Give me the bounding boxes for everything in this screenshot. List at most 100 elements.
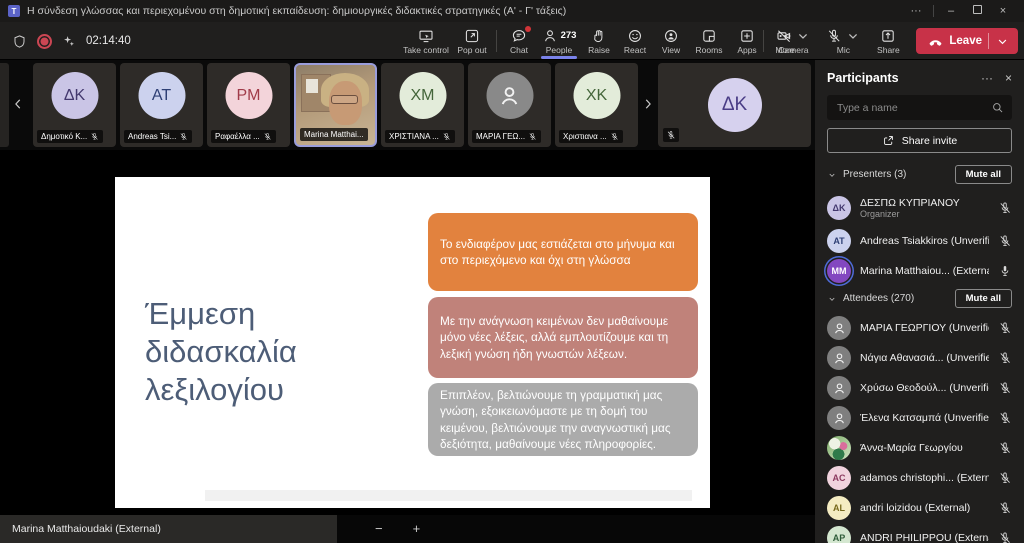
mic-muted-icon [998,201,1012,215]
spotlight-tile[interactable]: ΔΚ [658,63,811,147]
participant-row[interactable]: AT Andreas Tsiakkiros (Unverified) [815,226,1024,256]
participant-row[interactable]: MM Marina Matthaiou... (External) [815,256,1024,286]
avatar: AP [827,526,851,543]
avatar: XK [573,72,620,119]
participant-row[interactable]: Χρύσω Θεοδούλ... (Unverified) [815,373,1024,403]
security-shield-icon [12,34,27,49]
panel-close-button[interactable]: × [1005,72,1012,84]
participant-row[interactable]: Νάγια Αθανασιά... (Unverified) [815,343,1024,373]
titlebar-more-button[interactable]: ··· [903,0,929,22]
mute-all-attendees-button[interactable]: Mute all [955,289,1012,308]
clipped-tile-edge [0,63,9,147]
mic-muted-icon [998,411,1012,425]
toolbar-divider [763,30,764,52]
camera-button[interactable]: Camera [768,22,818,60]
toolbar-center-group: Take control Pop out Chat 273 People Ra [400,22,805,60]
mic-options-chevron-icon[interactable] [845,28,861,44]
title-bar: T Η σύνδεση γλώσσας και περιεχομένου στη… [0,0,1024,22]
active-tab-underline [541,56,577,59]
avatar: XM [399,72,446,119]
minimize-button[interactable]: – [938,0,964,22]
people-button[interactable]: 273 People [537,22,581,60]
tile-name-label: ΧΡΙΣΤΙΑΝΑ ... [385,130,455,143]
video-tile-andreas[interactable]: AT Andreas Tsi... [120,63,203,147]
panel-more-button[interactable]: ··· [981,72,993,84]
mic-button[interactable]: Mic [818,22,868,60]
participants-panel: Participants ··· × Share invite Presente… [815,60,1024,543]
mic-muted-icon [442,132,451,141]
participant-row[interactable]: AL andri loizidou (External) [815,493,1024,523]
video-tile-rafaella[interactable]: PM Ραφαέλλα ... [207,63,290,147]
raise-hand-icon [591,28,607,44]
search-icon [991,101,1004,114]
avatar: AL [827,496,851,520]
view-button[interactable]: View [653,22,689,60]
restore-button[interactable] [964,0,990,22]
participant-row[interactable]: Έλενα Κατσαμπά (Unverified) [815,403,1024,433]
react-button[interactable]: React [617,22,653,60]
take-control-icon [418,28,434,44]
video-filmstrip: ΔΚ Δημοτικό Κ... AT Andreas Tsi... PM Ρα… [0,60,815,150]
search-input[interactable] [835,101,985,115]
avatar-person-icon [827,316,851,340]
mic-muted-icon [998,351,1012,365]
sparkle-icon[interactable] [62,34,76,48]
participant-count: 273 [561,30,577,41]
react-smiley-icon [627,28,643,44]
attendees-section-header[interactable]: Attendees (270) Mute all [815,286,1024,313]
take-control-button[interactable]: Take control [400,22,452,60]
panel-title: Participants [827,71,969,85]
mic-muted-icon [998,471,1012,485]
tile-name-label: Δημοτικό Κ... [37,130,103,143]
pop-out-button[interactable]: Pop out [452,22,492,60]
tile-name-label: ΜΑΡΙΑ ΓΕΩ... [472,130,541,143]
teams-meeting-window: T Η σύνδεση γλώσσας και περιεχομένου στη… [0,0,1024,543]
slide-title: Έμμεση διδασκαλία λεξιλογίου [145,295,375,408]
chat-button[interactable]: Chat [501,22,537,60]
toolbar-divider [496,30,497,52]
video-tile-christiana-m[interactable]: XM ΧΡΙΣΤΙΑΝΑ ... [381,63,464,147]
filmstrip-scroll-left-icon[interactable] [11,93,25,115]
video-tile-christiana-k[interactable]: XK Χριστιανα ... [555,63,638,147]
mute-all-presenters-button[interactable]: Mute all [955,165,1012,184]
presenters-section-header[interactable]: Presenters (3) Mute all [815,162,1024,189]
person-icon [832,351,847,366]
video-tile-maria[interactable]: ΜΑΡΙΑ ΓΕΩ... [468,63,551,147]
view-icon [663,28,679,44]
participant-row[interactable]: AC adamos christophi... (External) [815,463,1024,493]
participant-row[interactable]: ΔΚ ΔΕΣΠΩ ΚΥΠΡΙΑΝΟΥOrganizer [815,189,1024,226]
avatar-person-icon [486,72,533,119]
participant-row[interactable]: ΜΑΡΙΑ ΓΕΩΡΓΙΟΥ (Unverified) [815,313,1024,343]
participant-row[interactable]: AP ANDRI PHILIPPOU (External) [815,523,1024,543]
close-button[interactable]: × [990,0,1016,22]
camera-options-chevron-icon[interactable] [795,28,811,44]
leave-options-chevron-icon[interactable] [995,34,1010,49]
zoom-in-button[interactable]: + [413,515,421,543]
avatar: AT [827,229,851,253]
avatar: AC [827,466,851,490]
recording-indicator-icon[interactable] [37,34,52,49]
filmstrip-scroll-right-icon[interactable] [641,93,655,115]
window-title: Η σύνδεση γλώσσας και περιεχομένου στη δ… [27,5,566,17]
mic-muted-icon [90,132,99,141]
person-icon [832,381,847,396]
mic-muted-icon [998,501,1012,515]
participant-search[interactable] [827,95,1012,120]
rooms-button[interactable]: Rooms [689,22,729,60]
raise-hand-button[interactable]: Raise [581,22,617,60]
tile-name-label: Andreas Tsi... [124,130,192,143]
share-button[interactable]: Share [868,22,908,60]
leave-button[interactable]: Leave [916,28,1018,54]
mic-muted-icon [826,28,842,44]
tile-name-label: Ραφαέλλα ... [211,130,276,143]
participant-row[interactable]: Άννα-Μαρία Γεωργίου [815,433,1024,463]
avatar: ΔΚ [827,196,851,220]
avatar-speaking: MM [827,259,851,283]
mic-muted-icon [998,531,1012,543]
webcam-person-glasses [331,95,358,104]
video-tile-marina-speaking[interactable]: Marina Matthai... [294,63,377,147]
zoom-out-button[interactable]: − [375,515,383,543]
share-invite-button[interactable]: Share invite [827,128,1012,153]
video-tile-dimotiko[interactable]: ΔΚ Δημοτικό Κ... [33,63,116,147]
person-icon [832,411,847,426]
